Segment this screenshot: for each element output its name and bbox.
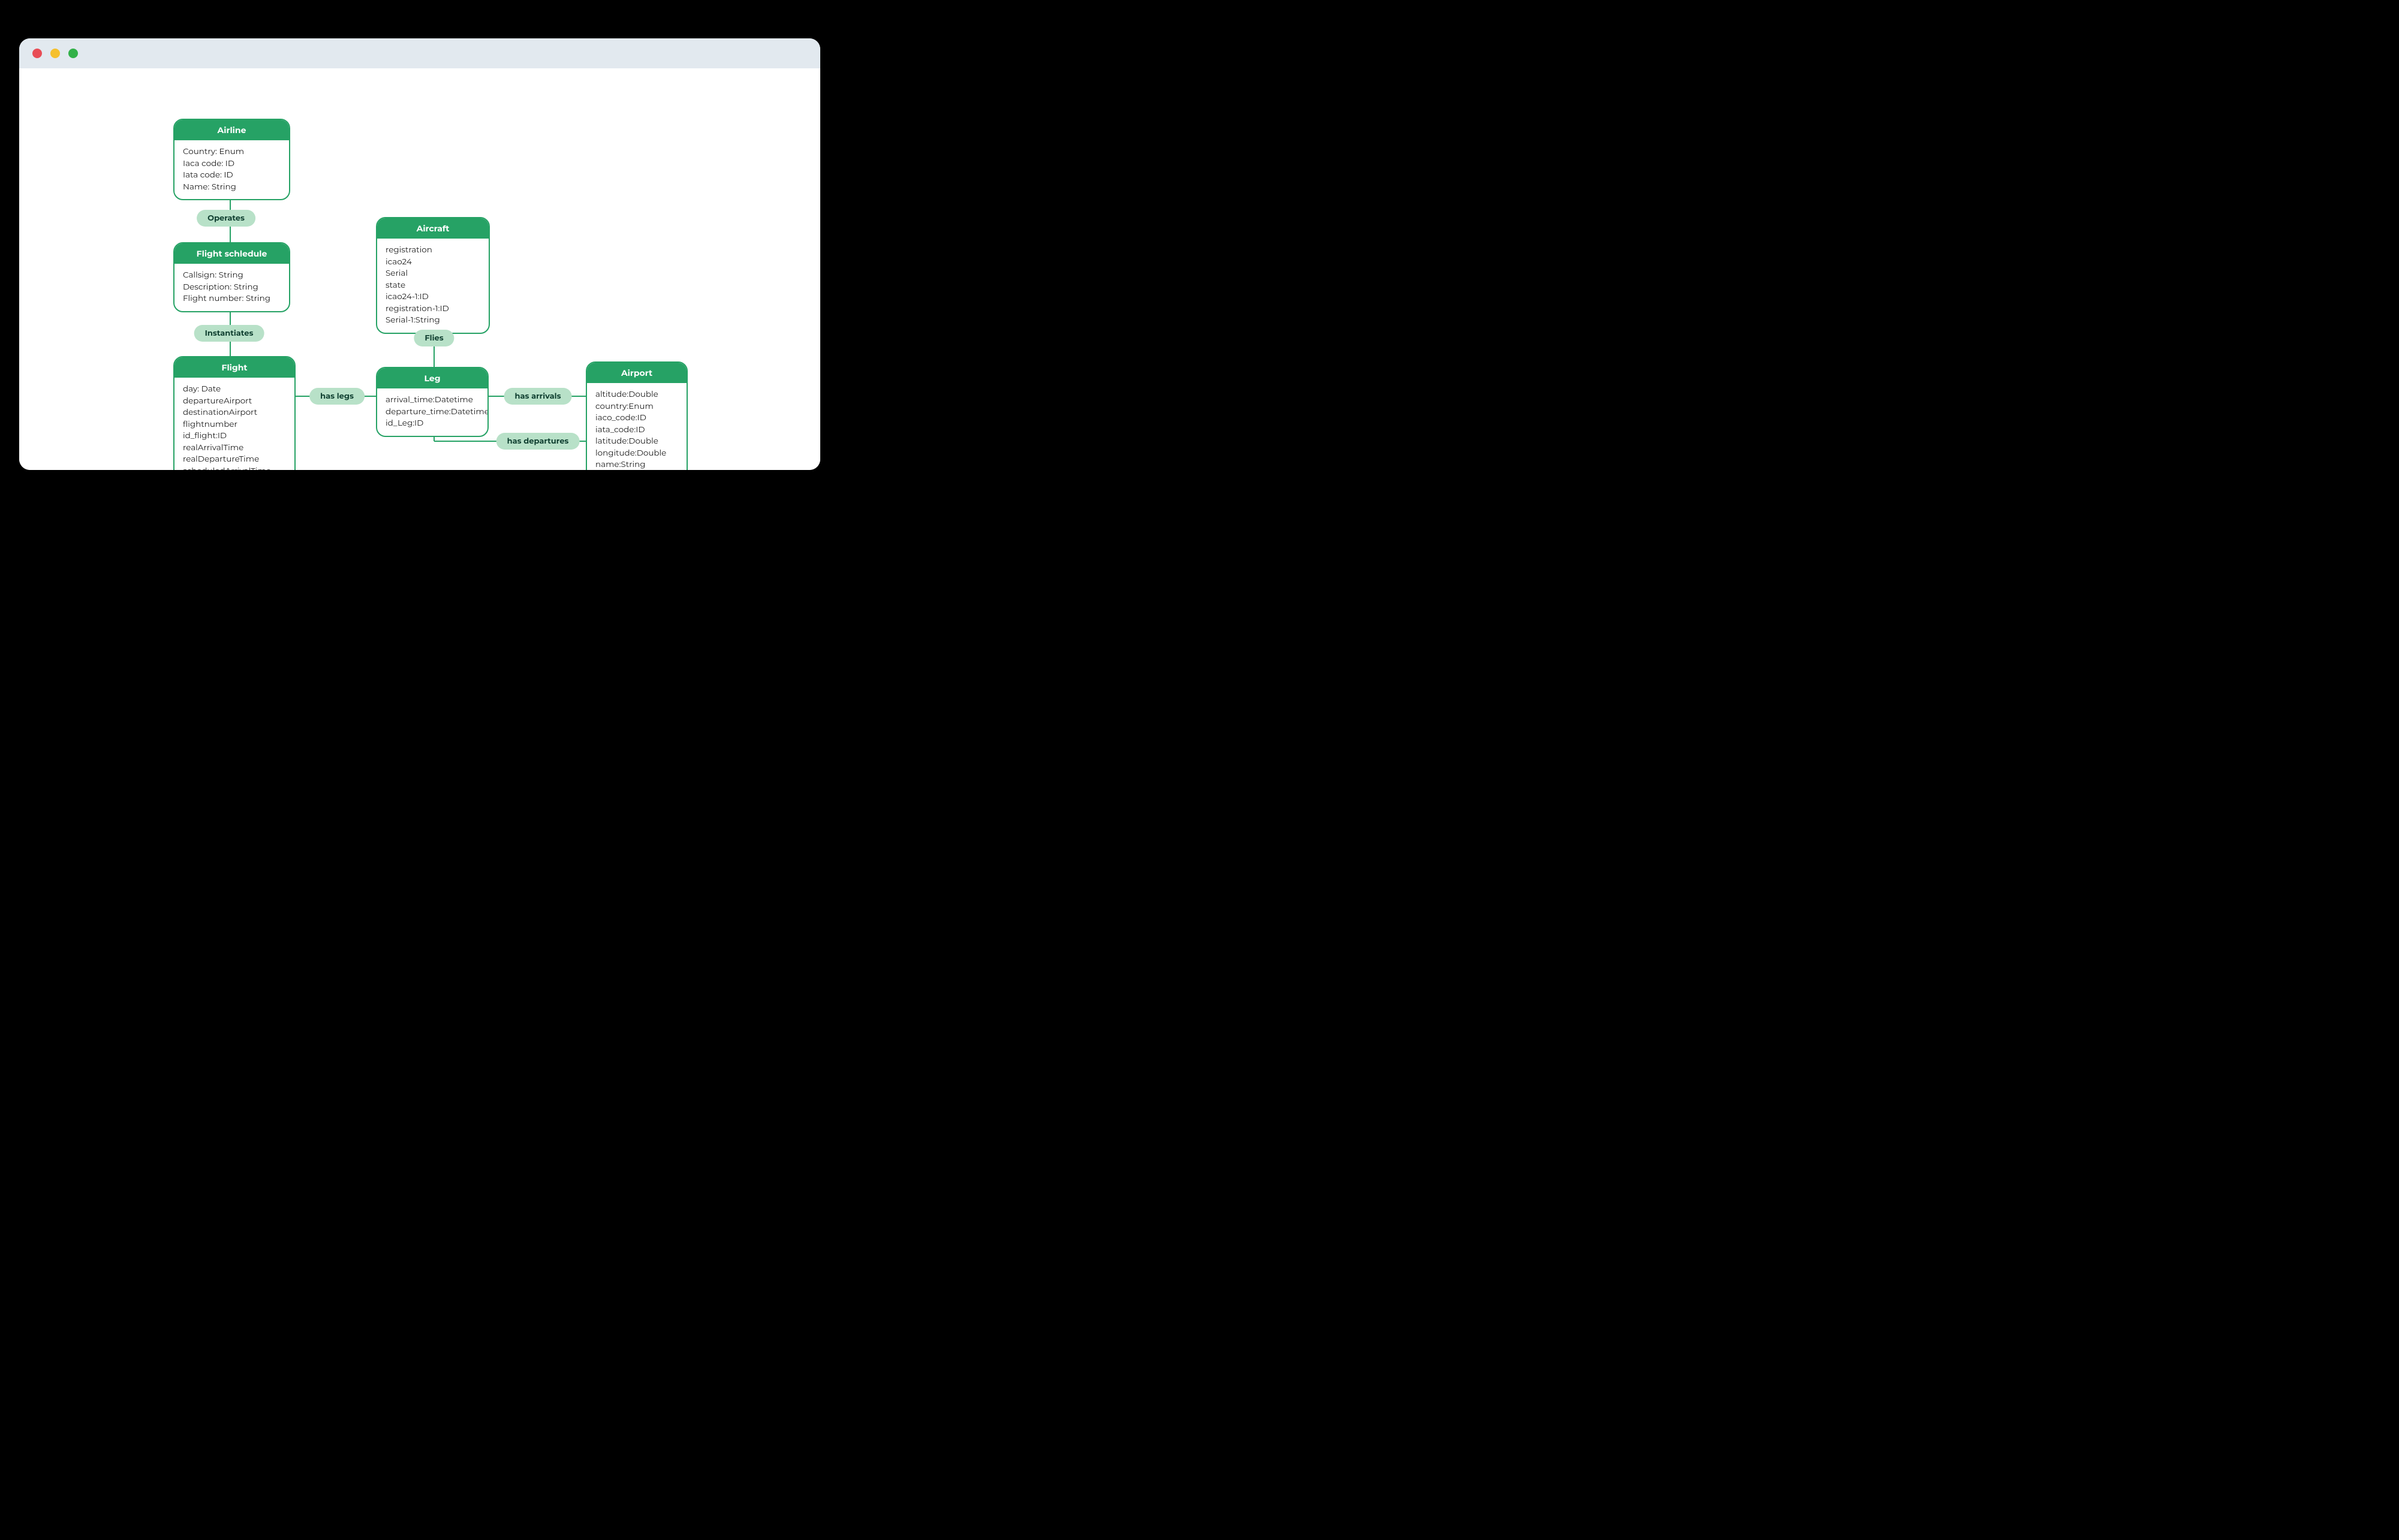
attr: Callsign: String: [183, 270, 281, 282]
entity-title: Aircraft: [377, 218, 489, 239]
attr: day: Date: [183, 384, 286, 396]
attr: iaco_code:ID: [595, 412, 678, 424]
attr: country:Enum: [595, 401, 678, 413]
entity-aircraft: Aircraft registration icao24 Serial stat…: [376, 217, 490, 334]
entity-leg: Leg arrival_time:Datetime departure_time…: [376, 367, 489, 437]
entity-attrs: Country: Enum Iaca code: ID Iata code: I…: [174, 140, 289, 199]
entity-airport: Airport altitude:Double country:Enum iac…: [586, 361, 688, 470]
rel-instantiates: Instantiates: [194, 325, 264, 342]
attr: Serial-1:String: [386, 315, 480, 327]
attr: latitude:Double: [595, 436, 678, 448]
entity-title: Airport: [587, 363, 687, 383]
attr: flightnumber: [183, 419, 286, 431]
attr: departure_time:Datetime: [386, 406, 479, 418]
app-window: Airline Country: Enum Iaca code: ID Iata…: [19, 38, 820, 470]
attr: registration: [386, 245, 480, 257]
attr: registration-1:ID: [386, 303, 480, 315]
attr: altitude:Double: [595, 389, 678, 401]
window-titlebar: [19, 38, 820, 68]
entity-attrs: altitude:Double country:Enum iaco_code:I…: [587, 383, 687, 470]
attr: scheduledArrivalTime: [183, 466, 286, 470]
minimize-icon[interactable]: [50, 49, 60, 58]
entity-title: Flight: [174, 357, 294, 378]
attr: Flight number: String: [183, 293, 281, 305]
attr: Iaca code: ID: [183, 158, 281, 170]
entity-flight-schedule: Flight schledule Callsign: String Descri…: [173, 242, 290, 312]
diagram-canvas: Airline Country: Enum Iaca code: ID Iata…: [19, 68, 820, 470]
attr: realDepartureTime: [183, 454, 286, 466]
attr: id_Leg:ID: [386, 418, 479, 430]
attr: Iata code: ID: [183, 170, 281, 182]
attr: Serial: [386, 268, 480, 280]
rel-flies: Flies: [414, 330, 454, 346]
attr: realArrivalTime: [183, 442, 286, 454]
attr: longitude:Double: [595, 448, 678, 460]
attr: Name: String: [183, 182, 281, 194]
entity-airline: Airline Country: Enum Iaca code: ID Iata…: [173, 119, 290, 200]
attr: state: [386, 280, 480, 292]
entity-attrs: day: Date departureAirport destinationAi…: [174, 378, 294, 470]
entity-title: Airline: [174, 120, 289, 140]
attr: destinationAirport: [183, 407, 286, 419]
rel-has-legs: has legs: [309, 388, 365, 405]
attr: id_flight:ID: [183, 430, 286, 442]
entity-attrs: Callsign: String Description: String Fli…: [174, 264, 289, 311]
rel-has-departures: has departures: [496, 433, 580, 450]
maximize-icon[interactable]: [68, 49, 78, 58]
rel-operates: Operates: [197, 210, 255, 227]
attr: name:String: [595, 459, 678, 470]
attr: departureAirport: [183, 396, 286, 408]
entity-title: Leg: [377, 368, 487, 388]
attr: arrival_time:Datetime: [386, 394, 479, 406]
attr: Description: String: [183, 282, 281, 294]
attr: icao24: [386, 257, 480, 269]
entity-flight: Flight day: Date departureAirport destin…: [173, 356, 296, 470]
attr: icao24-1:ID: [386, 291, 480, 303]
entity-attrs: registration icao24 Serial state icao24-…: [377, 239, 489, 333]
close-icon[interactable]: [32, 49, 42, 58]
attr: Country: Enum: [183, 146, 281, 158]
rel-has-arrivals: has arrivals: [504, 388, 572, 405]
entity-title: Flight schledule: [174, 243, 289, 264]
entity-attrs: arrival_time:Datetime departure_time:Dat…: [377, 388, 487, 436]
attr: iata_code:ID: [595, 424, 678, 436]
